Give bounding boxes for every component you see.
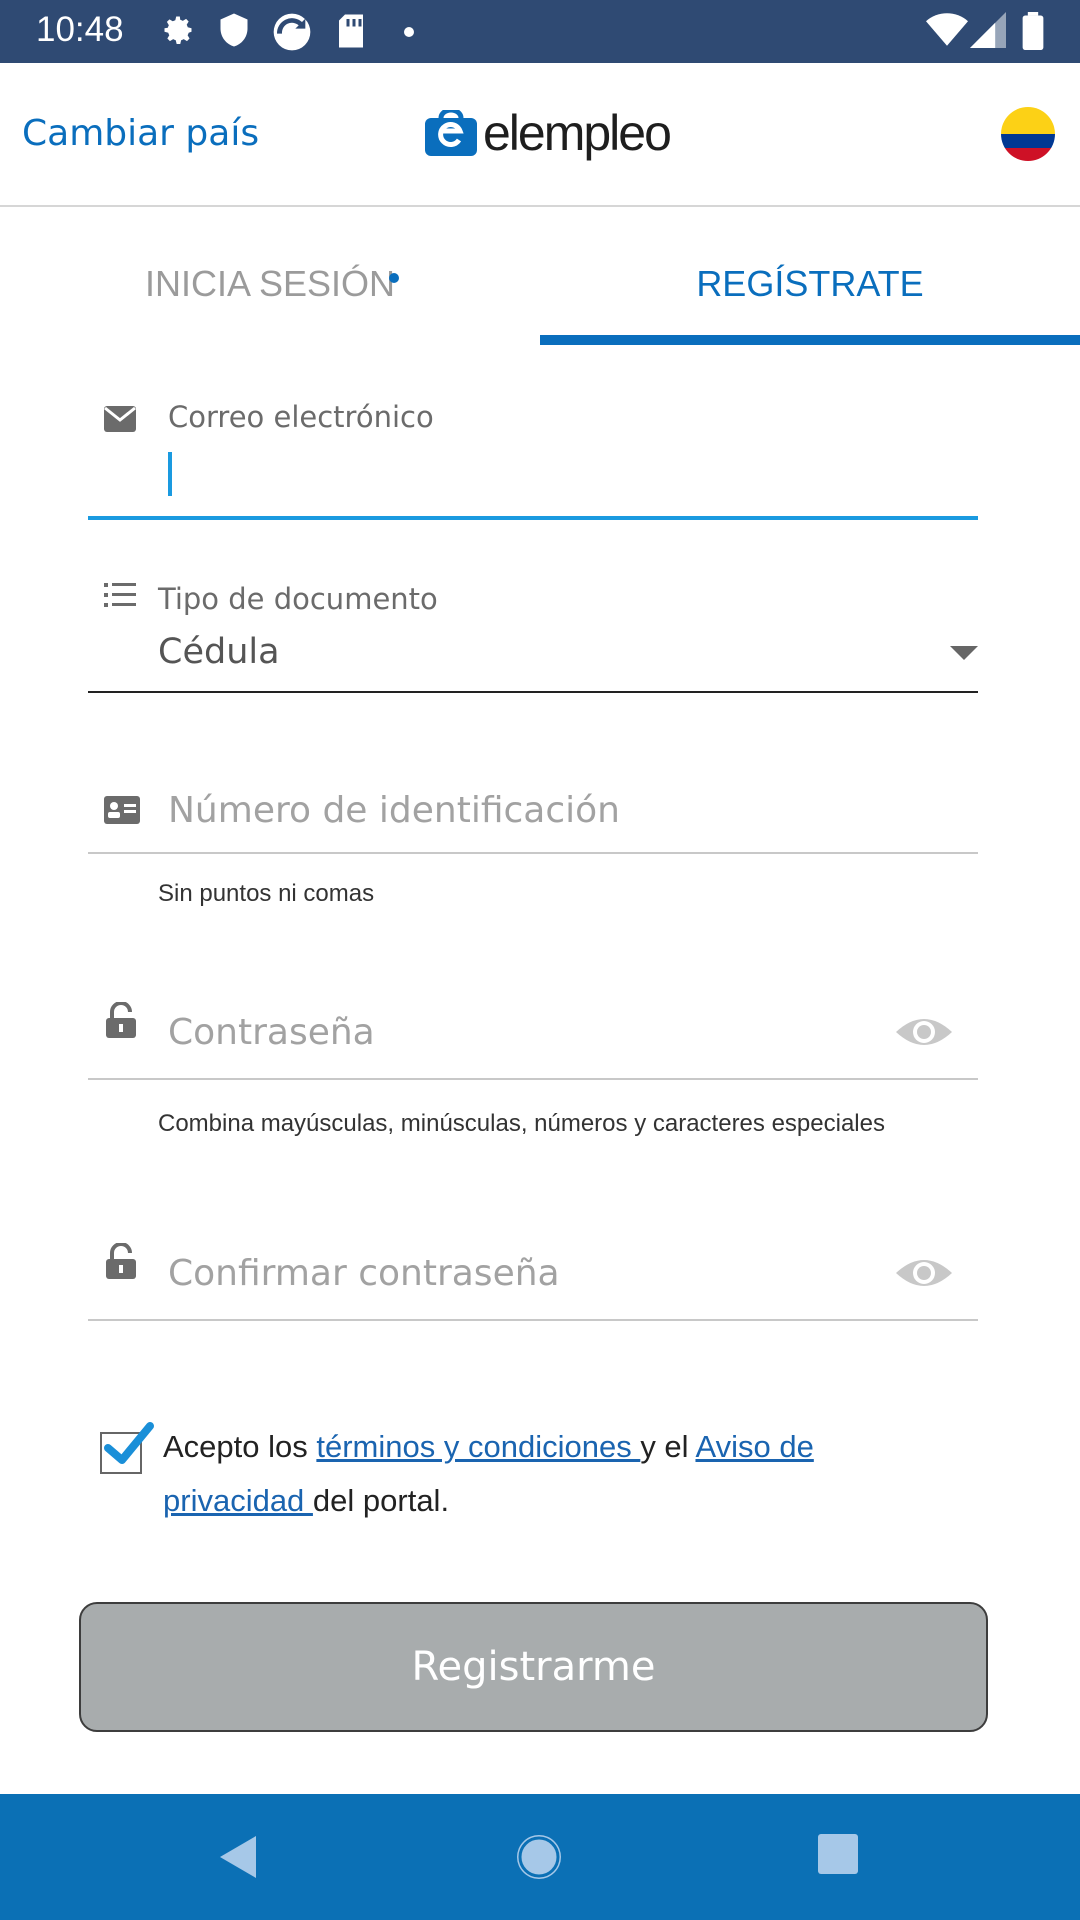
terms-prefix: Acepto los <box>163 1429 317 1464</box>
confirm-password-underline <box>88 1319 978 1321</box>
text-cursor <box>168 452 172 496</box>
envelope-icon <box>104 406 136 432</box>
terms-middle: y el <box>640 1429 696 1464</box>
briefcase-logo-icon <box>425 110 477 156</box>
terms-text: Acepto los términos y condiciones y el A… <box>163 1420 933 1528</box>
id-card-icon <box>104 796 140 824</box>
register-button[interactable]: Registrarme <box>79 1602 988 1732</box>
active-tab-indicator <box>540 335 1080 345</box>
wifi-icon <box>926 13 968 46</box>
colombia-flag-icon[interactable] <box>1001 107 1055 161</box>
unlock-icon <box>106 1243 136 1279</box>
status-time: 10:48 <box>36 10 124 49</box>
system-nav-bar <box>0 1794 1080 1920</box>
app-header: Cambiar país elempleo <box>0 63 1080 207</box>
change-country-link[interactable]: Cambiar país <box>22 113 259 154</box>
settings-icon <box>164 16 192 44</box>
unlock-icon <box>106 1002 136 1038</box>
auth-tabs: INICIA SESIÓN REGÍSTRATE <box>0 207 1080 347</box>
battery-icon <box>1022 12 1044 50</box>
id-number-field[interactable]: Número de identificación <box>88 780 978 856</box>
shield-icon <box>220 13 248 47</box>
terms-checkbox[interactable] <box>100 1422 154 1474</box>
password-field[interactable]: Contraseña <box>88 996 978 1082</box>
terms-link[interactable]: términos y condiciones <box>316 1429 640 1464</box>
terms-suffix: del portal. <box>312 1483 450 1518</box>
password-helper: Combina mayúsculas, minúsculas, números … <box>158 1110 885 1137</box>
id-number-underline <box>88 852 978 854</box>
notification-dot-icon <box>404 27 414 37</box>
sync-app-icon <box>273 13 311 51</box>
email-label: Correo electrónico <box>168 400 434 434</box>
eye-icon[interactable] <box>894 1253 954 1293</box>
tab-login[interactable]: INICIA SESIÓN <box>0 207 540 347</box>
password-underline <box>88 1078 978 1080</box>
confirm-password-field[interactable]: Confirmar contraseña <box>88 1237 978 1323</box>
id-number-placeholder: Número de identificación <box>168 790 620 831</box>
document-type-select[interactable]: Tipo de documento Cédula <box>88 582 978 694</box>
tab-register[interactable]: REGÍSTRATE <box>540 207 1080 347</box>
id-number-helper: Sin puntos ni comas <box>158 880 375 907</box>
sd-card-icon <box>339 14 363 48</box>
document-type-label: Tipo de documento <box>158 582 438 616</box>
confirm-password-placeholder: Confirmar contraseña <box>168 1253 560 1294</box>
email-underline <box>88 516 978 520</box>
status-bar: 10:48 <box>0 0 1080 63</box>
tab-login-label: INICIA SESIÓN <box>144 263 396 304</box>
elempleo-logo: elempleo <box>425 103 672 163</box>
home-icon[interactable] <box>514 1832 564 1882</box>
checkmark-icon <box>104 1422 154 1464</box>
back-icon[interactable] <box>218 1834 258 1880</box>
recents-icon[interactable] <box>818 1834 858 1874</box>
logo-text: elempleo <box>483 105 672 161</box>
list-icon <box>104 583 136 607</box>
document-type-underline <box>88 691 978 693</box>
eye-icon[interactable] <box>894 1012 954 1052</box>
tab-register-label: REGÍSTRATE <box>696 263 924 304</box>
cell-signal-icon <box>970 12 1006 48</box>
password-placeholder: Contraseña <box>168 1012 375 1053</box>
tab-login-indicator-dot <box>389 273 399 283</box>
document-type-value: Cédula <box>158 632 280 672</box>
email-field[interactable]: Correo electrónico <box>88 400 978 522</box>
chevron-down-icon <box>950 646 978 660</box>
